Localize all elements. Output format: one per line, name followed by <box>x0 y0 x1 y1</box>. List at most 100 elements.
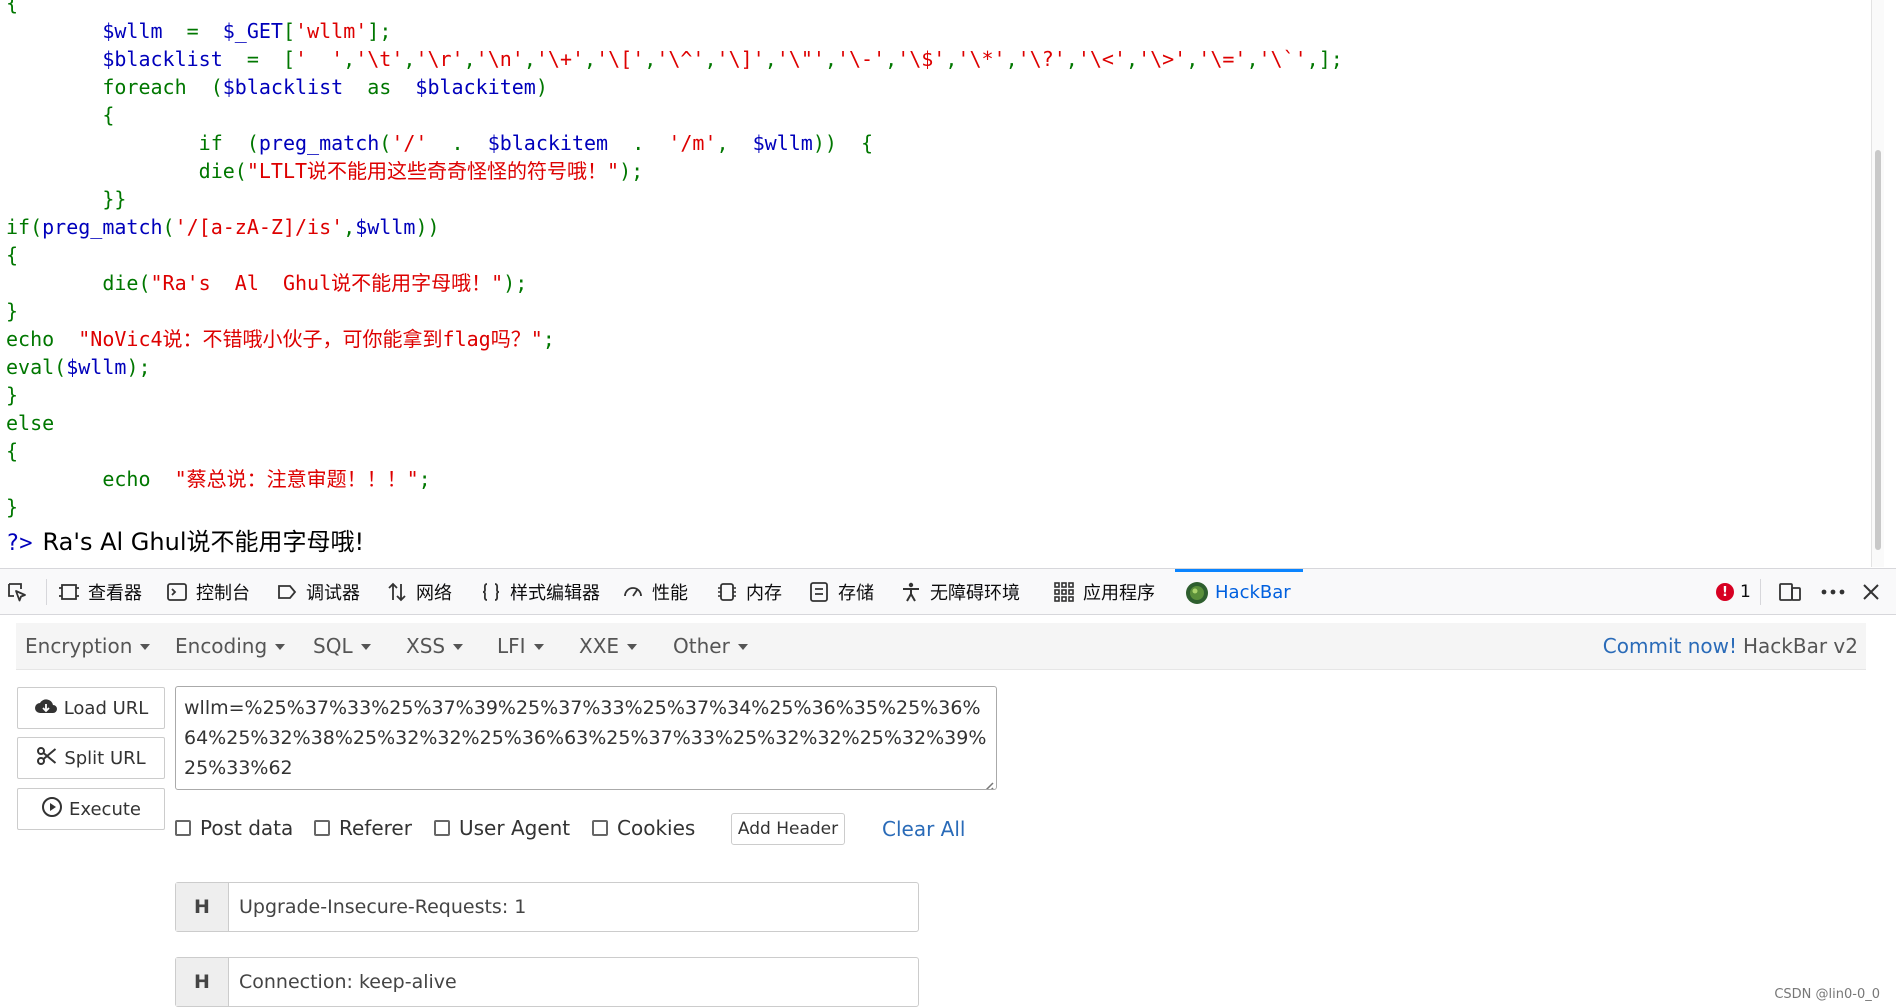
load-url-button[interactable]: Load URL <box>17 687 165 729</box>
error-count: 1 <box>1740 582 1751 602</box>
header-row[interactable]: H Connection: keep-alive <box>175 957 919 1007</box>
devtools-tab-8[interactable]: 存储 <box>808 569 874 615</box>
code-token: '\`' <box>1258 47 1307 71</box>
code-token: , <box>704 47 717 71</box>
error-icon: ! <box>1716 583 1734 601</box>
hackbar-menu-label: XSS <box>406 634 446 658</box>
error-count-badge[interactable]: ! 1 <box>1716 569 1751 615</box>
code-token: preg_match <box>258 131 380 155</box>
memory-icon <box>716 581 738 603</box>
element-picker-icon[interactable] <box>6 581 28 607</box>
caret-down-icon <box>275 644 286 650</box>
code-token: }} <box>6 187 127 211</box>
code-token: , <box>945 47 958 71</box>
header-key-badge: H <box>176 883 229 931</box>
code-token: as <box>343 75 416 99</box>
devtools-tab-9[interactable]: 无障碍环境 <box>900 569 1020 615</box>
hackbar-menu-other[interactable]: Other <box>673 623 748 669</box>
checkbox[interactable] <box>314 820 330 836</box>
code-token: ]; <box>367 19 392 43</box>
devtools-toolbar: 查看器 控制台 调试器 网络 样式编辑器 性能 内存 存储 无障碍环境 应用程序 HackBar !… <box>0 568 1896 615</box>
code-token: [ <box>282 19 296 43</box>
code-line: { <box>6 241 1343 269</box>
option-cookies[interactable]: Cookies <box>592 816 695 840</box>
header-value[interactable]: Upgrade-Insecure-Requests: 1 <box>229 883 918 931</box>
caret-down-icon <box>533 644 544 650</box>
url-textarea[interactable]: wllm=%25%37%33%25%37%39%25%37%33%25%37%3… <box>175 686 997 790</box>
code-token: } <box>6 383 19 407</box>
code-token: ); <box>503 271 528 295</box>
hackbar-menu-label: SQL <box>313 634 353 658</box>
devtools-tab-11[interactable]: HackBar <box>1175 569 1303 615</box>
devtools-tab-label: 样式编辑器 <box>510 583 600 604</box>
storage-icon <box>808 581 830 603</box>
code-token: foreach ( <box>102 75 223 99</box>
checkbox[interactable] <box>592 820 608 836</box>
code-token: , <box>1186 47 1199 71</box>
caret-down-icon <box>453 644 464 650</box>
clear-all-link[interactable]: Clear All <box>882 815 965 843</box>
execute-button[interactable]: Execute <box>17 788 165 830</box>
checkbox-label: User Agent <box>459 816 571 840</box>
code-line: } <box>6 493 1343 521</box>
checkbox-label: Post data <box>200 816 294 840</box>
checkbox[interactable] <box>434 820 450 836</box>
hackbar-menu-xss[interactable]: XSS <box>406 623 464 669</box>
devtools-tab-10[interactable]: 应用程序 <box>1053 569 1155 615</box>
code-token: , <box>1246 47 1259 71</box>
option-user-agent[interactable]: User Agent <box>434 816 570 840</box>
code-token: "Ra's Al Ghul说不能用字母哦！" <box>150 271 504 295</box>
add-header-button[interactable]: Add Header <box>731 813 845 845</box>
code-line: $blacklist = [' ','\t','\r','\n','\+','\… <box>6 45 1342 73</box>
option-post-data[interactable]: Post data <box>175 816 293 840</box>
code-token: '\?' <box>1017 47 1066 71</box>
code-token: '\*' <box>957 47 1006 71</box>
vertical-scrollbar[interactable] <box>1871 0 1884 567</box>
scrollbar-thumb[interactable] <box>1875 150 1881 550</box>
code-token: "NoVic4说：不错哦小伙子，可你能拿到flag吗？" <box>78 327 543 351</box>
hackbar-menu-encryption[interactable]: Encryption <box>25 623 151 669</box>
hackbar-menu-sql[interactable]: SQL <box>313 623 371 669</box>
code-token: '/m' <box>668 131 717 155</box>
devtools-tab-5[interactable]: 样式编辑器 <box>480 569 600 615</box>
code-line: eval($wllm); <box>6 353 1343 381</box>
cloud-download-icon <box>34 696 58 721</box>
devtools-tab-4[interactable]: 网络 <box>386 569 452 615</box>
close-icon[interactable] <box>1860 581 1882 607</box>
style-editor-icon <box>480 581 502 603</box>
hackbar-menu-bar: Encryption Encoding SQL XSS LFI XXE Other Comm… <box>16 623 1866 670</box>
commit-now-link[interactable]: Commit now! <box>1603 634 1737 658</box>
code-line: $wllm = $_GET['wllm']; <box>6 17 1343 45</box>
responsive-design-icon[interactable] <box>1778 581 1802 607</box>
checkbox[interactable] <box>175 820 191 836</box>
resize-handle-icon[interactable] <box>980 773 994 789</box>
hackbar-menu-lfi[interactable]: LFI <box>497 623 544 669</box>
code-token: = <box>162 19 223 43</box>
more-options-icon[interactable] <box>1820 581 1846 607</box>
header-row[interactable]: H Upgrade-Insecure-Requests: 1 <box>175 882 919 932</box>
code-token: '/' <box>391 131 428 155</box>
checkbox-label: Referer <box>339 816 412 840</box>
load-url-label: Load URL <box>63 697 149 719</box>
code-line: } <box>6 381 1343 409</box>
devtools-tab-1[interactable]: 查看器 <box>58 569 142 615</box>
code-token: , <box>1126 47 1139 71</box>
code-token: , <box>343 215 356 239</box>
devtools-tab-label: 查看器 <box>88 583 142 604</box>
devtools-tab-6[interactable]: 性能 <box>622 569 688 615</box>
code-token: $blackitem <box>415 75 536 99</box>
hackbar-menu-encoding[interactable]: Encoding <box>175 623 286 669</box>
hackbar-menu-label: Other <box>673 634 730 658</box>
devtools-tab-3[interactable]: 调试器 <box>276 569 360 615</box>
option-referer[interactable]: Referer <box>314 816 412 840</box>
hackbar-commit: Commit now! HackBar v2 <box>1603 623 1858 669</box>
devtools-tab-7[interactable]: 内存 <box>716 569 782 615</box>
devtools-tab-2[interactable]: 控制台 <box>166 569 250 615</box>
hackbar-menu-xxe[interactable]: XXE <box>579 623 638 669</box>
header-value[interactable]: Connection: keep-alive <box>229 958 918 1006</box>
split-url-button[interactable]: Split URL <box>17 737 165 779</box>
devtools-tab-label: 应用程序 <box>1083 583 1155 604</box>
